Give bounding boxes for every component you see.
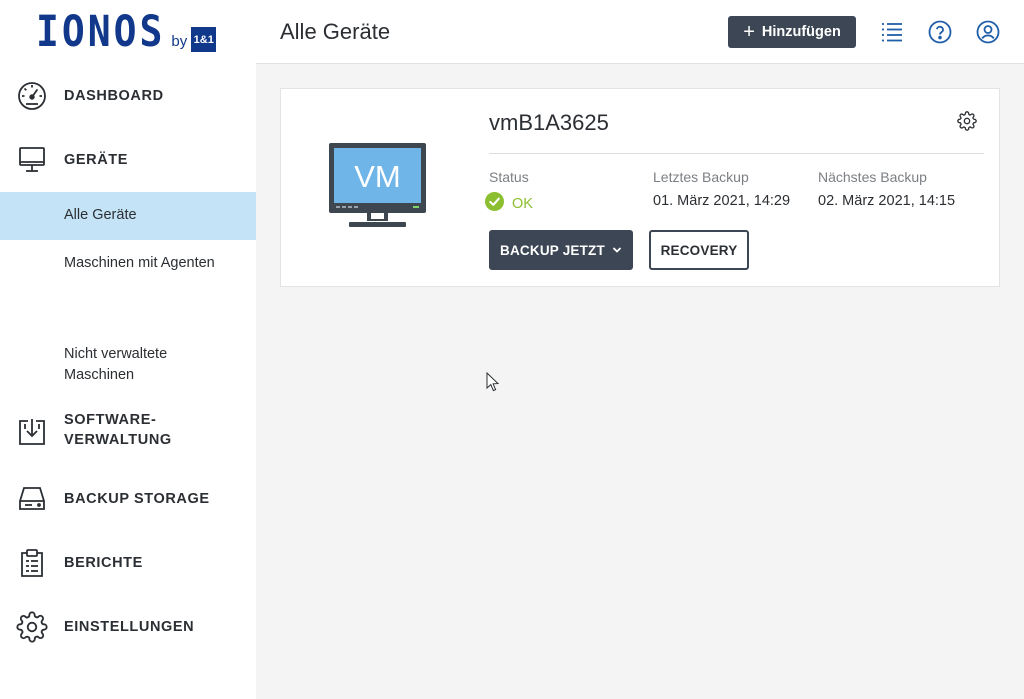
sidebar-item-label: DASHBOARD <box>64 88 164 104</box>
clipboard-report-icon <box>16 547 48 579</box>
card-divider <box>489 153 984 154</box>
device-settings-gear-icon[interactable] <box>957 111 977 131</box>
sidebar-item-berichte[interactable]: BERICHTE <box>0 547 256 579</box>
sidebar-item-label: BERICHTE <box>64 555 143 571</box>
mouse-pointer-icon <box>486 371 500 396</box>
sidebar-item-softwareverwaltung[interactable]: SOFTWARE- VERWALTUNG <box>0 410 256 454</box>
backup-now-label: BACKUP JETZT <box>500 242 605 258</box>
status-value: OK <box>512 195 533 212</box>
storage-drive-icon <box>16 483 48 515</box>
sidebar-item-backup-storage[interactable]: BACKUP STORAGE <box>0 483 256 515</box>
monitor-icon <box>16 144 48 176</box>
status-label: Status <box>489 169 529 185</box>
help-icon[interactable] <box>927 19 953 45</box>
sidebar-subitem-alle-geraete[interactable]: Alle Geräte <box>0 192 256 240</box>
user-account-icon[interactable] <box>975 19 1001 45</box>
plus-icon: + <box>743 21 755 43</box>
vm-monitor-icon: VM <box>329 143 426 232</box>
recovery-label: RECOVERY <box>660 242 738 258</box>
chevron-down-icon <box>612 246 622 254</box>
recovery-button[interactable]: RECOVERY <box>649 230 749 270</box>
sidebar: IONOS by 1&1 DASHBOARD GERÄTE Alle Gerät… <box>0 0 256 699</box>
top-header: Alle Geräte + Hinzufügen <box>256 0 1024 64</box>
page-title: Alle Geräte <box>280 19 391 44</box>
software-download-icon <box>16 416 48 448</box>
status-badge: OK <box>485 192 533 215</box>
device-card: VM vmB1A3625 Status Letztes Backup Nächs… <box>280 88 1000 287</box>
backup-now-button[interactable]: BACKUP JETZT <box>489 230 633 270</box>
logo-wordmark: IONOS <box>36 6 166 57</box>
sidebar-item-dashboard[interactable]: DASHBOARD <box>0 80 256 112</box>
sidebar-item-label: SOFTWARE- VERWALTUNG <box>64 412 172 448</box>
sidebar-item-label: BACKUP STORAGE <box>64 491 210 507</box>
add-device-button[interactable]: + Hinzufügen <box>728 16 856 48</box>
gear-icon <box>16 611 48 643</box>
sidebar-item-label: EINSTELLUNGEN <box>64 619 195 635</box>
sidebar-subitem-maschinen-mit-agenten[interactable]: Maschinen mit Agenten <box>0 240 256 288</box>
sidebar-item-einstellungen[interactable]: EINSTELLUNGEN <box>0 611 256 643</box>
list-view-icon[interactable] <box>879 19 905 45</box>
sidebar-item-geraete[interactable]: GERÄTE <box>0 144 256 176</box>
last-backup-label: Letztes Backup <box>653 169 749 185</box>
logo-by: by <box>171 33 188 50</box>
gauge-icon <box>16 80 48 112</box>
logo-badge: 1&1 <box>191 27 217 52</box>
vm-label: VM <box>354 159 401 194</box>
sidebar-subitem-nicht-verwaltete-maschinen[interactable]: Nicht verwaltete Maschinen <box>0 344 200 390</box>
add-button-label: Hinzufügen <box>761 24 841 40</box>
device-name[interactable]: vmB1A3625 <box>489 110 609 136</box>
check-circle-icon <box>485 192 504 215</box>
sidebar-item-label: GERÄTE <box>64 152 129 168</box>
next-backup-label: Nächstes Backup <box>818 169 927 185</box>
last-backup-value: 01. März 2021, 14:29 <box>653 193 791 209</box>
next-backup-value: 02. März 2021, 14:15 <box>818 193 956 209</box>
ionos-logo[interactable]: IONOS by 1&1 <box>36 6 217 57</box>
